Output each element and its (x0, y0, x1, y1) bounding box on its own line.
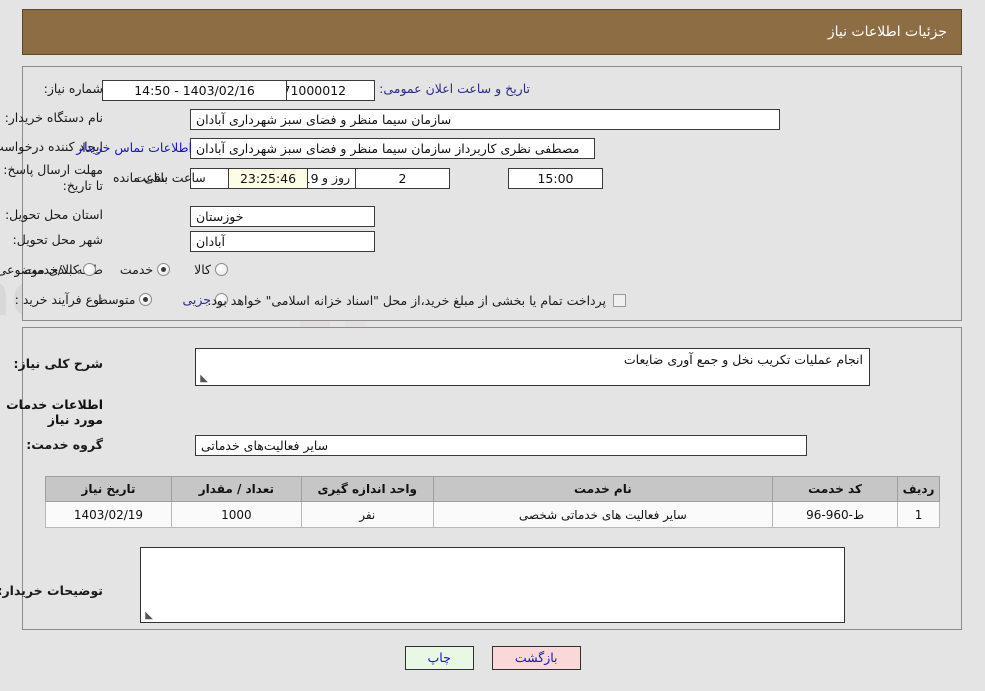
table-header-row: ردیف کد خدمت نام خدمت واحد اندازه گیری ت… (45, 476, 940, 502)
service-group-label: گروه خدمت: (26, 437, 103, 452)
buyer-notes-label: توضیحات خریدار: (0, 583, 103, 598)
radio-input-kala[interactable] (215, 263, 228, 276)
buyer-notes-textarea[interactable]: ◣ (140, 547, 845, 623)
general-description-value: انجام عملیات تکریب نخل و جمع آوری ضایعات (623, 352, 863, 367)
buyer-org-label-wrap: نام دستگاه خریدار: (5, 110, 103, 127)
radio-input-motavaset[interactable] (139, 293, 153, 306)
radio-input-kala-khedmat[interactable] (82, 263, 96, 276)
cell-service-code: ط-960-96 (772, 501, 899, 528)
th-quantity: تعداد / مقدار (170, 476, 302, 502)
action-buttons: بازگشت چاپ (0, 646, 985, 670)
remaining-days-field[interactable]: 2 (355, 168, 450, 189)
radio-category-khedmat[interactable]: خدمت (119, 262, 171, 277)
category-radio-group: کالا خدمت کالا/خدمت (24, 262, 228, 277)
table-row: 1 ط-960-96 سایر فعالیت های خدماتی شخصی ن… (45, 501, 940, 528)
description-label-wrap: شرح کلی نیاز: (14, 356, 103, 373)
cell-unit: نفر (300, 501, 434, 528)
countdown-label-wrap: ساعت باقی مانده (113, 170, 206, 185)
services-table: ردیف کد خدمت نام خدمت واحد اندازه گیری ت… (45, 476, 940, 528)
resize-grip-icon-2[interactable]: ◣ (143, 611, 153, 621)
treasury-text: پرداخت تمام یا بخشی از مبلغ خرید،از محل … (207, 293, 606, 308)
cell-quantity: 1000 (170, 501, 302, 528)
page-header: جزئیات اطلاعات نیاز (22, 9, 962, 55)
treasury-checkbox-row: پرداخت تمام یا بخشی از مبلغ خرید،از محل … (207, 293, 626, 308)
need-number-label-wrap: شماره نیاز: (44, 81, 103, 98)
services-section-heading: اطلاعات خدمات مورد نیاز (6, 397, 103, 427)
need-info-panel (22, 66, 962, 321)
cell-radif: 1 (897, 501, 940, 528)
days-label-wrap: روز و (322, 170, 350, 185)
radio-process-motavaset[interactable]: متوسط (96, 292, 153, 307)
city-label-wrap: شهر محل تحویل: (13, 232, 103, 249)
print-button[interactable]: چاپ (404, 646, 474, 670)
general-description-textarea[interactable]: انجام عملیات تکریب نخل و جمع آوری ضایعات… (195, 348, 870, 386)
th-service-name: نام خدمت (432, 476, 774, 502)
buyer-notes-label-wrap: توضیحات خریدار: (0, 583, 103, 600)
page-title: جزئیات اطلاعات نیاز (827, 24, 947, 40)
contact-link-wrap: اطلاعات تماس خریدار (76, 140, 192, 155)
countdown-label: ساعت باقی مانده (113, 170, 206, 185)
cell-service-name: سایر فعالیت های خدماتی شخصی (432, 501, 774, 528)
radio-category-kala-khedmat[interactable]: کالا/خدمت (24, 262, 96, 277)
th-need-date: تاریخ نیاز (45, 476, 172, 502)
need-number-label: شماره نیاز: (43, 81, 103, 96)
announce-datetime-label: تاریخ و ساعت اعلان عمومی: (379, 81, 530, 96)
deadline-hour-field[interactable]: 15:00 (508, 168, 603, 189)
deadline-label: مهلت ارسال پاسخ: تا تاریخ: (3, 162, 103, 193)
radio-category-kala[interactable]: کالا (194, 262, 228, 277)
th-unit: واحد اندازه گیری (300, 476, 434, 502)
buyer-org-label: نام دستگاه خریدار: (4, 110, 103, 125)
description-label: شرح کلی نیاز: (13, 356, 103, 371)
process-label-wrap: نوع فرآیند خرید : (15, 292, 103, 309)
page-root: AnaTender.net جزئیات اطلاعات نیاز شماره … (0, 0, 985, 691)
province-field[interactable]: خوزستان (190, 206, 375, 227)
service-group-field[interactable]: سایر فعالیت‌های خدماتی (195, 435, 807, 456)
th-radif: ردیف (897, 476, 940, 502)
province-label-wrap: استان محل تحویل: (5, 207, 103, 224)
announce-datetime-field[interactable]: 1403/02/16 - 14:50 (102, 80, 287, 101)
buyer-contact-link[interactable]: اطلاعات تماس خریدار (76, 140, 192, 155)
radio-label-khedmat: خدمت (119, 262, 154, 277)
cell-need-date: 1403/02/19 (45, 501, 172, 528)
treasury-checkbox[interactable] (613, 294, 626, 307)
province-label: استان محل تحویل: (4, 207, 103, 222)
process-type-label: نوع فرآیند خرید : (14, 292, 103, 307)
radio-label-kala: کالا (194, 262, 211, 277)
remaining-days-label: روز و (322, 170, 351, 185)
countdown-field: 23:25:46 (228, 168, 308, 189)
city-label: شهر محل تحویل: (12, 232, 103, 247)
buyer-org-field[interactable]: سازمان سیما منظر و فضای سبز شهرداری آباد… (190, 109, 780, 130)
announce-datetime-label-wrap: تاریخ و ساعت اعلان عمومی: (379, 81, 530, 98)
radio-label-kala-khedmat: کالا/خدمت (24, 262, 79, 277)
th-service-code: کد خدمت (772, 476, 899, 502)
resize-grip-icon[interactable]: ◣ (198, 374, 208, 384)
back-button[interactable]: بازگشت (491, 646, 581, 670)
radio-label-motavaset: متوسط (96, 292, 136, 307)
service-group-label-wrap: گروه خدمت: (26, 437, 103, 454)
deadline-label-wrap: مهلت ارسال پاسخ: تا تاریخ: (3, 162, 103, 193)
city-field[interactable]: آبادان (190, 231, 375, 252)
radio-input-khedmat[interactable] (157, 263, 171, 276)
requester-field[interactable]: مصطفی نظری کاربرداز سازمان سیما منظر و ف… (190, 138, 595, 159)
